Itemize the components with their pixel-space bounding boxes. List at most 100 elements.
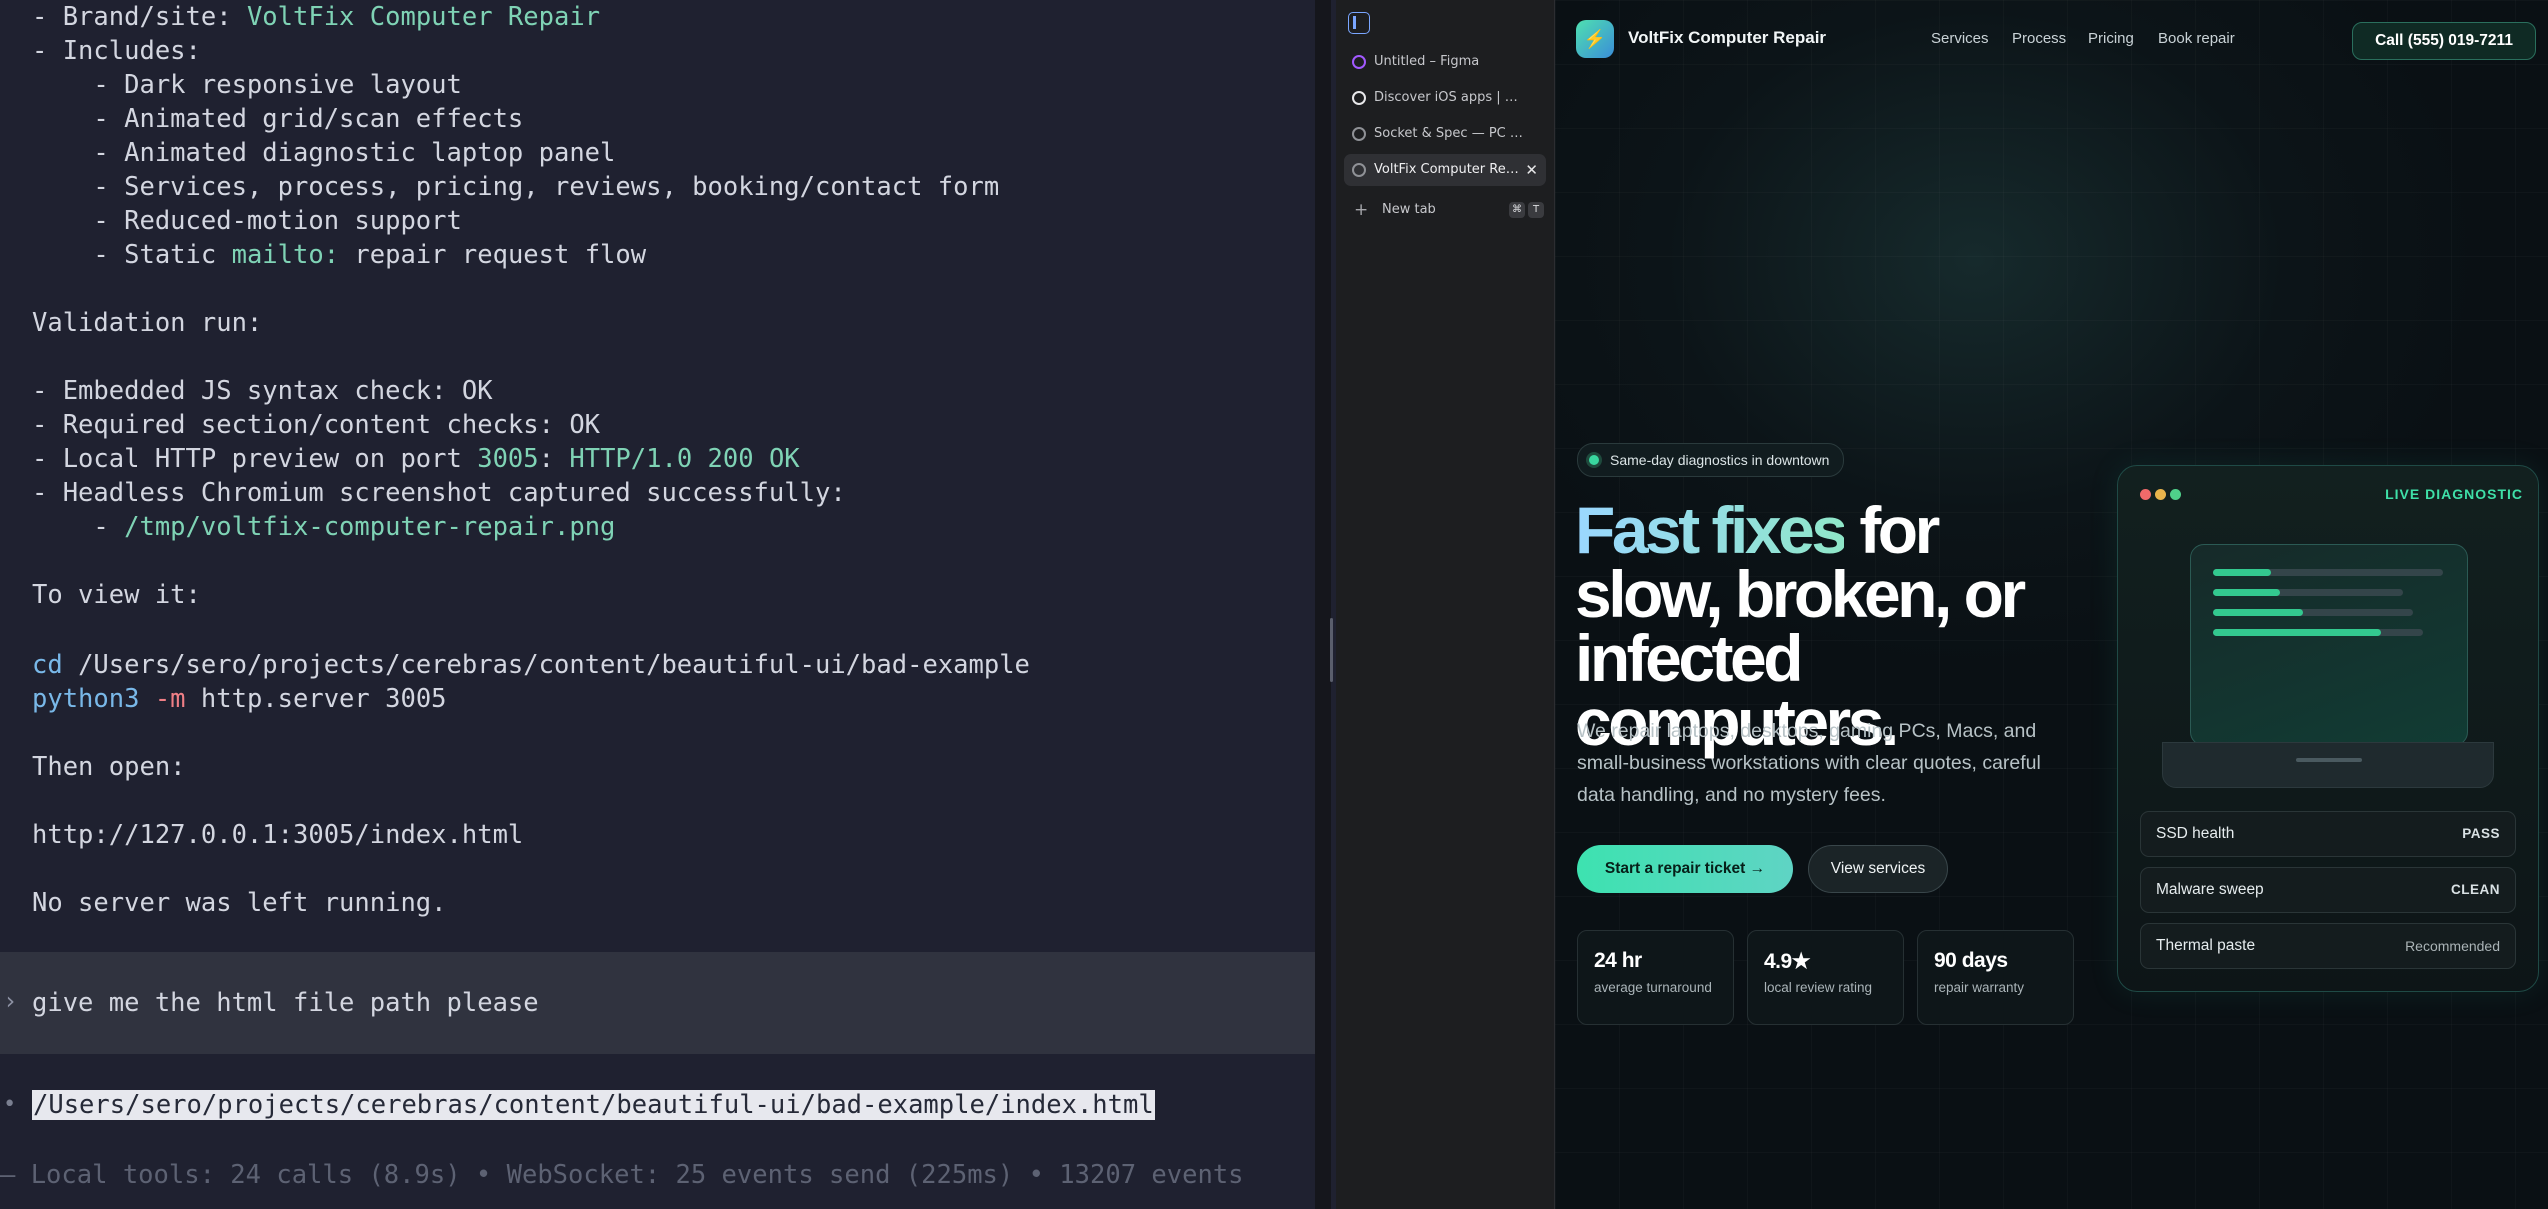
tab-label: Untitled – Figma	[1374, 54, 1480, 69]
check-name: Thermal paste	[2156, 937, 2256, 954]
start-repair-ticket-button[interactable]: Start a repair ticket →	[1577, 845, 1793, 893]
view-services-button[interactable]: View services	[1808, 845, 1948, 893]
tab-label: Socket & Spec — PC Parts Repair	[1374, 126, 1524, 141]
terminal-line: - Reduced-motion support	[32, 206, 462, 236]
status-line: — Local tools: 24 calls (8.9s) • WebSock…	[0, 1160, 1244, 1190]
stat-card: 4.9★ local review rating	[1747, 930, 1904, 1025]
terminal-line: python3 -m http.server 3005	[32, 682, 447, 716]
progress-bar	[2213, 609, 2413, 616]
tab-label: Discover iOS apps | Mobbin	[1374, 90, 1524, 105]
check-row: Malware sweep CLEAN	[2140, 867, 2516, 913]
terminal-line: - Embedded JS syntax check: OK	[32, 376, 493, 406]
terminal-line: - Headless Chromium screenshot captured …	[32, 478, 846, 508]
bullet-icon: •	[3, 1092, 17, 1117]
tab-label: VoltFix Computer Repair	[1374, 162, 1524, 177]
web-page: ⚡ VoltFix Computer Repair Services Proce…	[1555, 0, 2548, 1209]
minimize-dot-icon	[2155, 489, 2166, 500]
close-dot-icon	[2140, 489, 2151, 500]
browser-tab[interactable]: Untitled – Figma	[1344, 46, 1546, 78]
stat-label: repair warranty	[1934, 980, 2025, 995]
new-tab-label: New tab	[1382, 202, 1436, 217]
progress-fill	[2213, 589, 2280, 596]
close-tab-icon[interactable]: ✕	[1525, 154, 1538, 186]
diagnostic-panel: LIVE DIAGNOSTIC SSD health PASS Malware …	[2117, 465, 2539, 992]
diagnostic-title: LIVE DIAGNOSTIC	[2385, 486, 2523, 502]
terminal-pane[interactable]: - Brand/site: VoltFix Computer Repair - I…	[0, 0, 1315, 1209]
terminal-url: http://127.0.0.1:3005/index.html	[32, 820, 524, 850]
browser-sidebar: Untitled – Figma Discover iOS apps | Mobb…	[1336, 0, 1555, 1209]
nav-pricing[interactable]: Pricing	[2088, 30, 2134, 47]
shortcut-key-cmd: ⌘	[1509, 202, 1525, 218]
mobbin-icon	[1352, 91, 1366, 105]
nav-process[interactable]: Process	[2012, 30, 2066, 47]
progress-bar	[2213, 569, 2443, 576]
new-tab-button[interactable]: + New tab ⌘ T	[1344, 196, 1546, 224]
same-day-badge: Same-day diagnostics in downtown	[1577, 443, 1845, 477]
progress-fill	[2213, 569, 2271, 576]
highlight-text: mailto:	[231, 240, 340, 270]
pane-divider[interactable]	[1315, 0, 1333, 1209]
check-name: Malware sweep	[2156, 881, 2264, 898]
plus-icon: +	[1354, 200, 1369, 220]
user-prompt-text: give me the html file path please	[32, 988, 539, 1018]
terminal-line: - Services, process, pricing, reviews, b…	[32, 172, 1000, 202]
browser-tab[interactable]: VoltFix Computer Repair ✕	[1344, 154, 1546, 186]
terminal-line: Validation run:	[32, 308, 263, 338]
progress-fill	[2213, 609, 2303, 616]
terminal-line: - Animated grid/scan effects	[32, 104, 524, 134]
badge-text: Same-day diagnostics in downtown	[1610, 452, 1830, 468]
stat-label: local review rating	[1764, 980, 1873, 995]
progress-bar	[2213, 629, 2423, 636]
terminal-line: Then open:	[32, 752, 186, 782]
laptop-screen	[2190, 544, 2468, 746]
progress-fill	[2213, 629, 2381, 636]
check-status: PASS	[2462, 826, 2500, 841]
terminal-line: - /tmp/voltfix-computer-repair.png	[32, 512, 616, 542]
terminal-line: - Local HTTP preview on port 3005: HTTP/…	[32, 444, 800, 474]
terminal-line: - Includes:	[32, 36, 201, 66]
nav-services[interactable]: Services	[1931, 30, 1989, 47]
shortcut-key-t: T	[1528, 202, 1544, 218]
command-python: python3	[32, 684, 140, 714]
nav-book-repair[interactable]: Book repair	[2158, 30, 2235, 47]
terminal-line: cd /Users/sero/projects/cerebras/content…	[32, 648, 1030, 682]
answer-line[interactable]: /Users/sero/projects/cerebras/content/be…	[32, 1088, 1155, 1122]
hero-lead: We repair laptops, desktops, gaming PCs,…	[1577, 720, 2041, 806]
selected-file-path[interactable]: /Users/sero/projects/cerebras/content/be…	[32, 1090, 1155, 1120]
terminal-line: - Static mailto: repair request flow	[32, 240, 647, 270]
check-row: Thermal paste Recommended	[2140, 923, 2516, 969]
brand-name[interactable]: VoltFix Computer Repair	[1628, 28, 1826, 48]
stat-value: 90 days	[1934, 949, 2008, 972]
bolt-logo-icon[interactable]: ⚡	[1576, 20, 1614, 58]
stat-value: 4.9★	[1764, 950, 1811, 973]
terminal-line: - Dark responsive layout	[32, 70, 462, 100]
check-row: SSD health PASS	[2140, 811, 2516, 857]
highlight-text: 3005	[477, 444, 539, 474]
highlight-text: /tmp/voltfix-computer-repair.png	[124, 512, 616, 542]
stat-value: 24 hr	[1594, 949, 1642, 972]
terminal-line: No server was left running.	[32, 888, 447, 918]
command-cd-path: /Users/sero/projects/cerebras/content/be…	[62, 650, 1030, 680]
highlight-text: HTTP/1.0 200 OK	[569, 444, 800, 474]
terminal-line: - Animated diagnostic laptop panel	[32, 138, 616, 168]
divider-grip[interactable]	[1330, 618, 1333, 682]
check-status: CLEAN	[2451, 882, 2500, 897]
call-button[interactable]: Call (555) 019-7211	[2352, 22, 2536, 60]
terminal-line: To view it:	[32, 580, 201, 610]
status-dot-icon	[1589, 455, 1599, 465]
figma-icon	[1352, 55, 1366, 69]
stat-label: average turnaround	[1594, 980, 1712, 995]
check-status: Recommended	[2405, 938, 2500, 954]
laptop-base	[2162, 742, 2494, 788]
terminal-line: - Required section/content checks: OK	[32, 410, 601, 440]
command-flag: -m	[139, 684, 186, 714]
command-args: http.server 3005	[185, 684, 447, 714]
check-name: SSD health	[2156, 825, 2235, 842]
browser-tab[interactable]: Socket & Spec — PC Parts Repair	[1344, 118, 1546, 150]
browser-tab[interactable]: Discover iOS apps | Mobbin	[1344, 82, 1546, 114]
globe-icon	[1352, 163, 1366, 177]
sidebar-toggle-icon[interactable]	[1348, 12, 1370, 34]
terminal-line: - Brand/site: VoltFix Computer Repair	[32, 2, 601, 32]
maximize-dot-icon	[2170, 489, 2181, 500]
headline-accent: Fast fixes	[1575, 493, 1848, 567]
